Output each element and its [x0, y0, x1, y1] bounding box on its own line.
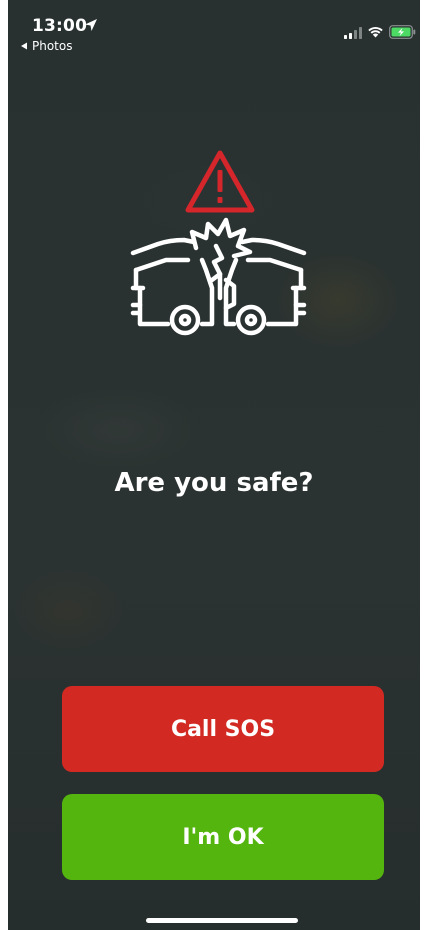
back-triangle-icon: [21, 42, 27, 50]
home-indicator[interactable]: [146, 918, 298, 923]
im-ok-button[interactable]: I'm OK: [62, 794, 384, 880]
warning-triangle-icon: [185, 150, 255, 213]
crash-alert-screen: 13:00 Photos Are you safe? Call SOS I'm …: [8, 0, 420, 930]
wifi-icon: [368, 26, 383, 38]
back-to-photos-link[interactable]: Photos: [20, 39, 72, 53]
cellular-signal-icon: [344, 27, 362, 39]
back-link-label: Photos: [32, 39, 73, 53]
car-crash-icon: [130, 217, 307, 336]
battery-charging-icon: [389, 25, 416, 39]
crash-illustration: [130, 150, 307, 336]
safety-question: Are you safe?: [114, 468, 314, 498]
status-bar: 13:00 Photos: [8, 0, 420, 56]
location-arrow-icon: [85, 19, 97, 31]
call-sos-button[interactable]: Call SOS: [62, 686, 384, 772]
status-time: 13:00: [32, 16, 88, 36]
